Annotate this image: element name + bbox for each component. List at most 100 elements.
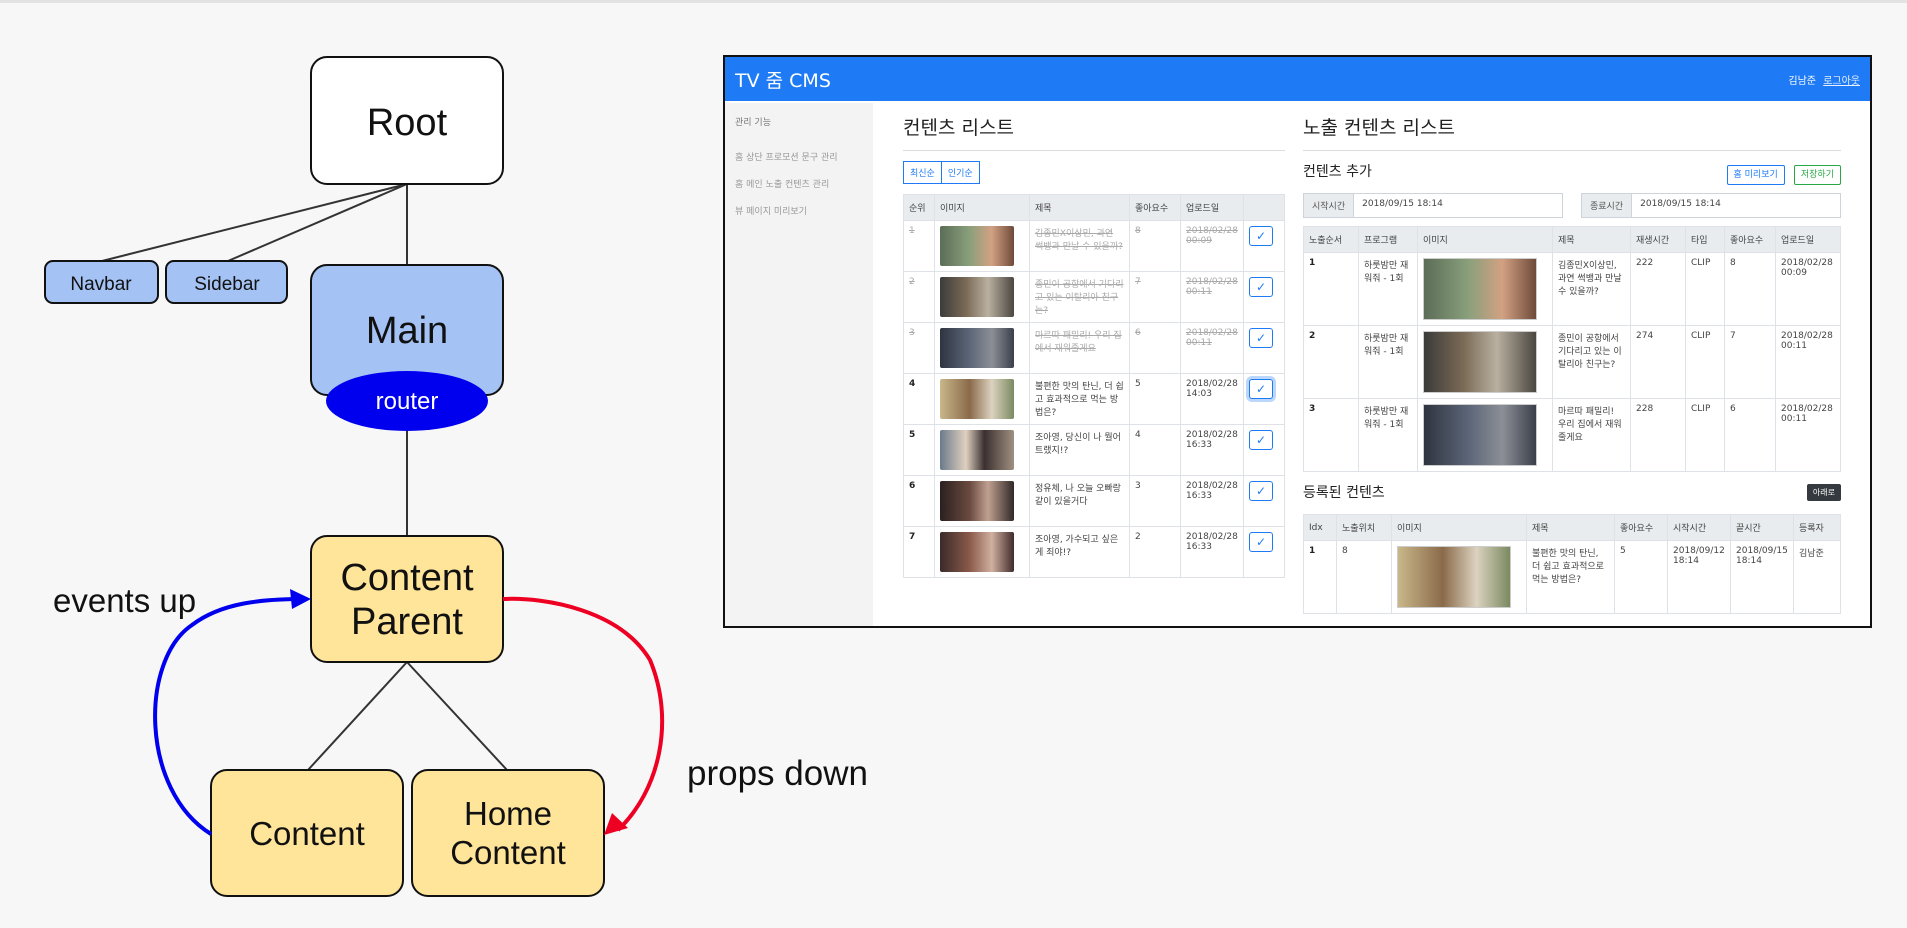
row-likes: 7: [1724, 325, 1776, 399]
row-title[interactable]: 불편한 맛의 탄닌, 더 쉽고 효과적으로 먹는 방법은?: [1029, 373, 1130, 425]
row-likes: 5: [1614, 540, 1668, 614]
end-time-input[interactable]: 2018/09/15 18:14: [1632, 194, 1729, 217]
row-date: 2018/02/28 14:03: [1180, 373, 1244, 425]
cms-brand[interactable]: TV 줌 CMS: [735, 66, 831, 93]
registered-row: 등록된 컨텐츠 아래로: [1303, 482, 1841, 502]
col-start: 시작시간: [1667, 514, 1731, 541]
thumbnail-image: [940, 532, 1014, 572]
exposed-list-panel: 노출 컨텐츠 리스트 컨텐츠 추가 홈 미리보기 저장하기 시작시간 2018/…: [1303, 103, 1841, 626]
row-date: 2018/02/28 16:33: [1180, 475, 1244, 527]
col-type: 타입: [1685, 226, 1725, 253]
row-rank: 5: [903, 424, 935, 476]
row-order: 3: [1303, 398, 1359, 472]
sort-popular-button[interactable]: 인기순: [941, 161, 980, 184]
row-thumb-cell: [1391, 540, 1527, 614]
col-image: 이미지: [1391, 514, 1527, 541]
logout-link[interactable]: 로그아웃: [1823, 76, 1860, 87]
row-idx: 1: [1303, 540, 1337, 614]
events-up-label: events up: [53, 582, 196, 619]
col-title: 제목: [1526, 514, 1615, 541]
row-thumb-cell: [1417, 398, 1553, 472]
table-row: 5 조아영, 당신이 나 뭘어트랬지!? 4 2018/02/28 16:33 …: [903, 424, 1285, 476]
row-date: 2018/02/28 00:09: [1775, 252, 1841, 326]
thumbnail-image: [940, 379, 1014, 419]
row-title[interactable]: 김종민X이상민, 과연 썩뱅과 만날 수 있을까?: [1029, 220, 1130, 272]
thumbnail-image: [940, 430, 1014, 470]
row-title[interactable]: 종민이 공항에서 기다리고 있는 이탈리아 친구는?: [1029, 271, 1130, 323]
table-row: 2 종민이 공항에서 기다리고 있는 이탈리아 친구는? 7 2018/02/2…: [903, 271, 1285, 323]
row-title[interactable]: 종민이 공항에서 기다리고 있는 이탈리아 친구는?: [1552, 325, 1631, 399]
thumbnail-image: [940, 481, 1014, 521]
registered-table: Idx 노출위치 이미지 제목 좋아요수 시작시간 끝시간 등록자 1 8 불편…: [1303, 514, 1841, 614]
thumbnail-image: [1397, 546, 1511, 608]
home-preview-button[interactable]: 홈 미리보기: [1726, 164, 1785, 185]
cms-sidebar: 관리 기능 홈 상단 프로모션 문구 관리 홈 메인 노출 컨텐츠 관리 뷰 페…: [725, 103, 873, 626]
table-row: 1 김종민X이상민, 과연 썩뱅과 만날 수 있을까? 8 2018/02/28…: [903, 220, 1285, 272]
row-title[interactable]: 정유체, 나 오늘 오빠랑 같이 있을거다: [1029, 475, 1130, 527]
row-title[interactable]: 불편한 맛의 탄닌, 더 쉽고 효과적으로 먹는 방법은?: [1526, 540, 1615, 614]
move-down-button[interactable]: 아래로: [1806, 483, 1841, 501]
sidebar-node: Sidebar: [165, 260, 288, 304]
thumbnail-image: [1423, 331, 1537, 393]
check-button[interactable]: ✓: [1249, 277, 1273, 297]
row-order: 1: [1303, 252, 1359, 326]
check-button[interactable]: ✓: [1249, 532, 1273, 552]
root-label: Root: [367, 102, 448, 144]
sort-latest-button[interactable]: 최신순: [903, 161, 942, 184]
router-label: router: [376, 388, 439, 415]
add-content-actions: 홈 미리보기 저장하기: [1723, 162, 1841, 185]
navbar-node: Navbar: [44, 260, 159, 304]
col-image: 이미지: [1417, 226, 1553, 253]
col-order: 노출순서: [1303, 226, 1359, 253]
col-duration: 재생시간: [1630, 226, 1686, 253]
cms-body: 관리 기능 홈 상단 프로모션 문구 관리 홈 메인 노출 컨텐츠 관리 뷰 페…: [725, 103, 1870, 626]
col-image: 이미지: [934, 194, 1030, 221]
table-row: 2 하룻밤만 재워줘 - 1회 종민이 공항에서 기다리고 있는 이탈리아 친구…: [1303, 325, 1841, 399]
row-check-cell: ✓: [1243, 424, 1285, 476]
sidebar-item-promo[interactable]: 홈 상단 프로모션 문구 관리: [735, 150, 863, 163]
col-title: 제목: [1029, 194, 1130, 221]
row-likes: 7: [1129, 271, 1181, 323]
sidebar-item-view-preview[interactable]: 뷰 페이지 미리보기: [735, 204, 863, 217]
row-likes: 8: [1129, 220, 1181, 272]
add-content-title: 컨텐츠 추가: [1303, 164, 1372, 180]
row-rank: 6: [903, 475, 935, 527]
navbar-label: Navbar: [70, 274, 132, 295]
col-author: 등록자: [1793, 514, 1841, 541]
sidebar-label: Sidebar: [194, 274, 260, 295]
start-time-input[interactable]: 2018/09/15 18:14: [1354, 194, 1451, 217]
row-thumb-cell: [934, 220, 1030, 272]
row-title[interactable]: 조아영, 가수되고 싶은 게 죄야!?: [1029, 526, 1130, 578]
table-row: 4 불편한 맛의 탄닌, 더 쉽고 효과적으로 먹는 방법은? 5 2018/0…: [903, 373, 1285, 425]
end-time-label: 종료시간: [1582, 194, 1633, 217]
exposed-list-table: 노출순서 프로그램 이미지 제목 재생시간 타입 좋아요수 업로드일 1 하룻밤…: [1303, 226, 1841, 472]
table-row: 1 하룻밤만 재워줘 - 1회 김종민X이상민, 과연 썩뱅과 만날 수 있을까…: [1303, 252, 1841, 326]
end-time-field[interactable]: 종료시간 2018/09/15 18:14: [1581, 193, 1841, 218]
props-down-label: props down: [687, 754, 868, 793]
check-button[interactable]: ✓: [1249, 379, 1273, 399]
check-button[interactable]: ✓: [1249, 328, 1273, 348]
col-likes: 좋아요수: [1129, 194, 1181, 221]
row-title[interactable]: 마르따 패밀리! 우리 집에서 재워줄게요: [1029, 322, 1130, 374]
exposed-header-row: 노출순서 프로그램 이미지 제목 재생시간 타입 좋아요수 업로드일: [1303, 226, 1841, 253]
row-check-cell: ✓: [1243, 475, 1285, 527]
row-thumb-cell: [934, 475, 1030, 527]
row-date: 2018/02/28 00:11: [1775, 398, 1841, 472]
row-title[interactable]: 마르따 패밀리! 우리 집에서 재워줄게요: [1552, 398, 1631, 472]
home-content-label-line1: Home: [464, 795, 552, 832]
col-likes: 좋아요수: [1614, 514, 1668, 541]
row-title[interactable]: 김종민X이상민, 과연 썩뱅과 만날 수 있을까?: [1552, 252, 1631, 326]
row-thumb-cell: [934, 424, 1030, 476]
check-button[interactable]: ✓: [1249, 481, 1273, 501]
sidebar-item-home-main[interactable]: 홈 메인 노출 컨텐츠 관리: [735, 177, 863, 190]
row-check-cell: ✓: [1243, 526, 1285, 578]
row-rank: 2: [903, 271, 935, 323]
col-check: [1243, 194, 1285, 221]
save-button[interactable]: 저장하기: [1793, 164, 1841, 185]
row-title[interactable]: 조아영, 당신이 나 뭘어트랬지!?: [1029, 424, 1130, 476]
row-thumb-cell: [934, 373, 1030, 425]
thumbnail-image: [1423, 404, 1537, 466]
start-time-field[interactable]: 시작시간 2018/09/15 18:14: [1303, 193, 1563, 218]
check-button[interactable]: ✓: [1249, 430, 1273, 450]
check-button[interactable]: ✓: [1249, 226, 1273, 246]
